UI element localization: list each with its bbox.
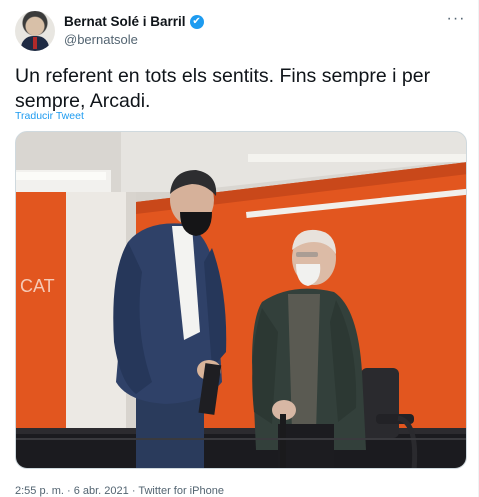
tweet-time[interactable]: 2:55 p. m. bbox=[15, 485, 64, 497]
translate-tweet-link[interactable]: Traducir Tweet bbox=[15, 110, 84, 122]
tweet-photo[interactable]: CAT bbox=[15, 131, 467, 469]
author-handle[interactable]: @bernatsole bbox=[64, 32, 138, 47]
meta-separator: · bbox=[128, 485, 139, 497]
more-horizontal-icon[interactable]: ··· bbox=[445, 11, 467, 27]
avatar[interactable] bbox=[15, 11, 55, 51]
tweet-meta: 2:55 p. m. · 6 abr. 2021 · Twitter for i… bbox=[15, 485, 224, 497]
tweet-source[interactable]: Twitter for iPhone bbox=[138, 485, 224, 497]
tweet-date[interactable]: 6 abr. 2021 bbox=[74, 485, 129, 497]
meta-separator: · bbox=[63, 485, 74, 497]
wall-sign-text: CAT bbox=[20, 276, 55, 296]
tweet-header: Bernat Solé i Barril ✔ @bernatsole ··· bbox=[0, 0, 479, 62]
photo-illustration: CAT bbox=[16, 132, 466, 468]
tweet-text: Un referent en tots els sentits. Fins se… bbox=[15, 65, 431, 112]
author-display-name[interactable]: Bernat Solé i Barril bbox=[64, 14, 186, 29]
tweet-card: Bernat Solé i Barril ✔ @bernatsole ··· U… bbox=[0, 0, 479, 497]
author-name-row[interactable]: Bernat Solé i Barril ✔ bbox=[64, 14, 204, 29]
verified-badge-icon: ✔ bbox=[189, 14, 204, 29]
